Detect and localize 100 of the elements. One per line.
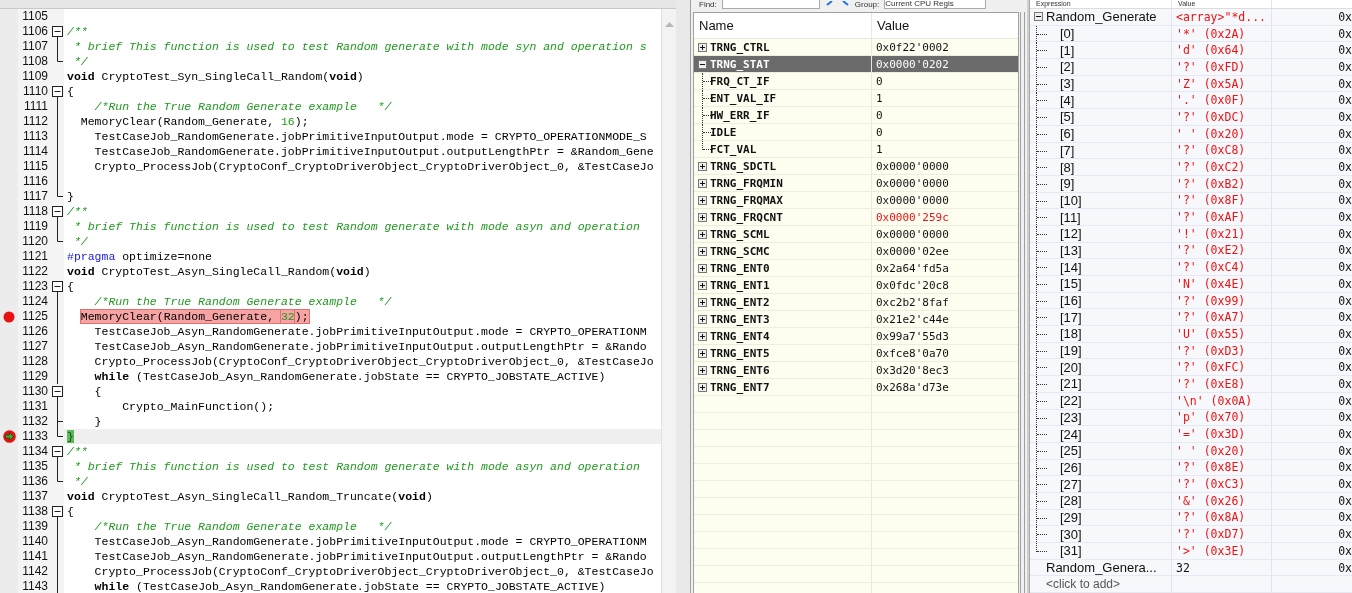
expand-icon[interactable] [698,161,707,171]
register-row[interactable]: HW_ERR_IF 0 [694,107,1018,124]
expand-icon[interactable] [698,297,707,307]
register-row[interactable]: FRQ_CT_IF 0 [694,73,1018,90]
register-row[interactable]: TRNG_ENT7 0x268a'd73e [694,379,1018,396]
expand-icon[interactable] [698,42,707,52]
collapse-icon[interactable] [51,384,63,399]
add-watch-placeholder[interactable]: <click to add> [1046,577,1121,592]
expand-icon[interactable] [698,229,707,239]
field-name: FCT_VAL [710,142,757,156]
code-line: TestCaseJob_Asyn_RandomGenerate.jobPrimitiveInputOutput.mode = CRYPTO_OPERATIONM [93,535,647,548]
register-row[interactable]: IDLE 0 [694,124,1018,141]
field-value: 0 [876,125,883,139]
scrollbar[interactable] [1020,12,1025,593]
expand-icon[interactable] [698,365,707,375]
register-row[interactable]: TRNG_ENT6 0x3d20'8ec3 [694,362,1018,379]
register-row[interactable]: TRNG_STAT 0x0000'0202 [694,56,1018,73]
watch-value: '?' (0xC2) [1176,160,1246,175]
register-row[interactable]: TRNG_SCMC 0x0000'02ee [694,243,1018,260]
watch-value: '?' (0xAF) [1176,210,1246,225]
watch-expression: [27] [1060,476,1082,492]
fold-guide-line [56,39,58,54]
register-row[interactable]: TRNG_ENT3 0x21e2'c44e [694,311,1018,328]
group-dropdown[interactable]: Current CPU Regis [884,0,987,9]
expand-icon[interactable] [698,212,707,222]
register-row[interactable]: TRNG_FRQCNT 0x0000'259c [694,209,1018,226]
collapse-icon[interactable] [1034,12,1043,22]
register-name: TRNG_FRQCNT [710,210,783,224]
expand-icon[interactable] [698,178,707,188]
watch-value: '?' (0x8E) [1176,460,1246,475]
register-name: TRNG_ENT2 [710,295,770,309]
line-number: 1137 [21,489,49,504]
register-row[interactable]: TRNG_SCML 0x0000'0000 [694,226,1018,243]
breakpoint-icon[interactable] [3,310,15,323]
register-row[interactable]: TRNG_FRQMAX 0x0000'0000 [694,192,1018,209]
collapse-icon[interactable] [51,444,63,459]
watch-expression: [4] [1060,92,1075,108]
watch-location: 0x [1338,210,1352,225]
field-name: IDLE [710,125,737,139]
register-row[interactable]: TRNG_FRQMIN 0x0000'0000 [694,175,1018,192]
register-value: 0x268a'd73e [876,380,949,394]
register-row[interactable]: TRNG_ENT4 0x99a7'55d3 [694,328,1018,345]
collapse-icon[interactable] [51,204,63,219]
find-label: Find: [699,0,717,9]
column-header[interactable]: Name [694,13,872,38]
code-line: } [93,415,102,428]
expand-icon[interactable] [698,348,707,358]
fold-guide-line [56,399,58,414]
watch-value: '?' (0x8A) [1176,510,1246,525]
column-header[interactable]: Value [872,13,1018,38]
expand-icon[interactable] [698,280,707,290]
register-row[interactable]: ENT_VAL_IF 1 [694,90,1018,107]
line-number: 1115 [22,159,49,174]
register-name: TRNG_STAT [710,57,770,71]
line-number: 1109 [21,69,49,84]
fold-end-line [56,189,63,197]
code-line: /** [67,445,88,458]
register-row[interactable]: FCT_VAL 1 [694,141,1018,158]
register-row[interactable]: TRNG_SDCTL 0x0000'0000 [694,158,1018,175]
register-value: 0x0000'259c [876,210,949,224]
watch-location: 0x [1338,393,1352,408]
expand-icon[interactable] [698,263,707,273]
code-line: */ [72,475,88,488]
register-row[interactable]: TRNG_ENT5 0xfce8'0a70 [694,345,1018,362]
field-value: 1 [876,142,883,156]
expand-icon[interactable] [698,246,707,256]
register-name: TRNG_ENT5 [710,346,770,360]
line-number: 1129 [21,369,49,384]
register-row[interactable]: TRNG_ENT2 0xc2b2'8faf [694,294,1018,311]
collapse-icon[interactable] [698,59,707,69]
watch-expression: [28] [1060,493,1082,509]
watch-expression: [24] [1060,426,1082,442]
watch-value: '?' (0xDC) [1176,109,1246,124]
line-number: 1107 [21,39,49,54]
collapse-icon[interactable] [51,84,63,99]
watch-value: 'Z' (0x5A) [1176,76,1246,91]
line-number: 1113 [22,129,49,144]
code-line: * brief This function is used to test Random generate with mode asyn and operation [72,460,640,473]
watch-value: <array>"*d... [1176,9,1266,24]
field-name: HW_ERR_IF [710,108,770,122]
code-line: TestCaseJob_Asyn_RandomGenerate.jobPrimitiveInputOutput.outputLengthPtr = &Rando [93,550,647,563]
register-row[interactable]: TRNG_ENT0 0x2a64'fd5a [694,260,1018,277]
register-value: 0x21e2'c44e [876,312,949,326]
expand-icon[interactable] [698,331,707,341]
line-number: 1134 [21,444,49,459]
collapse-icon[interactable] [51,504,63,519]
code-line: */ [72,235,88,248]
expand-icon[interactable] [698,195,707,205]
collapse-icon[interactable] [51,24,63,39]
code-line: /*Run the True Random Generate example */ [93,295,392,308]
watch-expression: [16] [1060,293,1082,309]
code-line: { [67,280,74,293]
code-editor[interactable] [0,0,676,593]
collapse-icon[interactable] [51,279,63,294]
register-value: 0x0000'0202 [876,57,949,71]
expand-icon[interactable] [698,314,707,324]
expand-icon[interactable] [698,382,707,392]
register-row[interactable]: TRNG_ENT1 0x0fdc'20c8 [694,277,1018,294]
watch-location: 0x [1338,376,1352,391]
line-number: 1123 [21,279,49,294]
